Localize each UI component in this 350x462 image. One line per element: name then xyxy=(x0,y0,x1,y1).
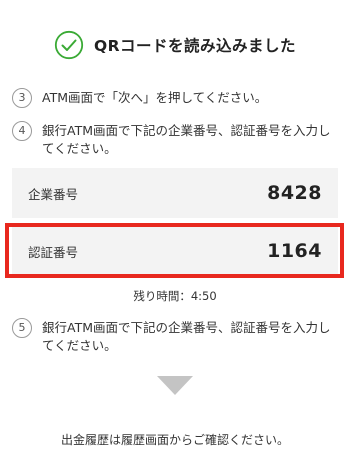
step-number: 3 xyxy=(12,88,32,108)
footer-note: 出金履歴は履歴画面からご確認ください。 xyxy=(60,433,289,447)
company-number-row: 企業番号 8428 xyxy=(12,168,338,218)
step-3: 3 ATM画面で「次へ」を押してください。 xyxy=(12,88,342,108)
page-title: QRコードを読み込みました xyxy=(93,37,297,55)
step-4: 4 銀行ATM画面で下記の企業番号、認証番号を入力してください。 xyxy=(12,121,342,158)
triangle-down-icon xyxy=(157,376,193,395)
company-number-label: 企業番号 xyxy=(28,186,79,202)
step-text: 銀行ATM画面で下記の企業番号、認証番号を入力してください。 xyxy=(42,320,331,353)
step-text: ATM画面で「次へ」を押してください。 xyxy=(42,90,268,105)
auth-number-highlight xyxy=(5,223,344,278)
check-circle-icon xyxy=(54,30,84,60)
step-5: 5 銀行ATM画面で下記の企業番号、認証番号を入力してください。 xyxy=(12,318,342,355)
step-number: 4 xyxy=(12,121,32,141)
step-number: 5 xyxy=(12,318,32,338)
header: QRコードを読み込みました xyxy=(0,28,350,62)
remaining-time: 残り時間：4:50 xyxy=(133,289,217,303)
step-text: 銀行ATM画面で下記の企業番号、認証番号を入力してください。 xyxy=(42,123,331,156)
company-number-value: 8428 xyxy=(267,182,322,204)
